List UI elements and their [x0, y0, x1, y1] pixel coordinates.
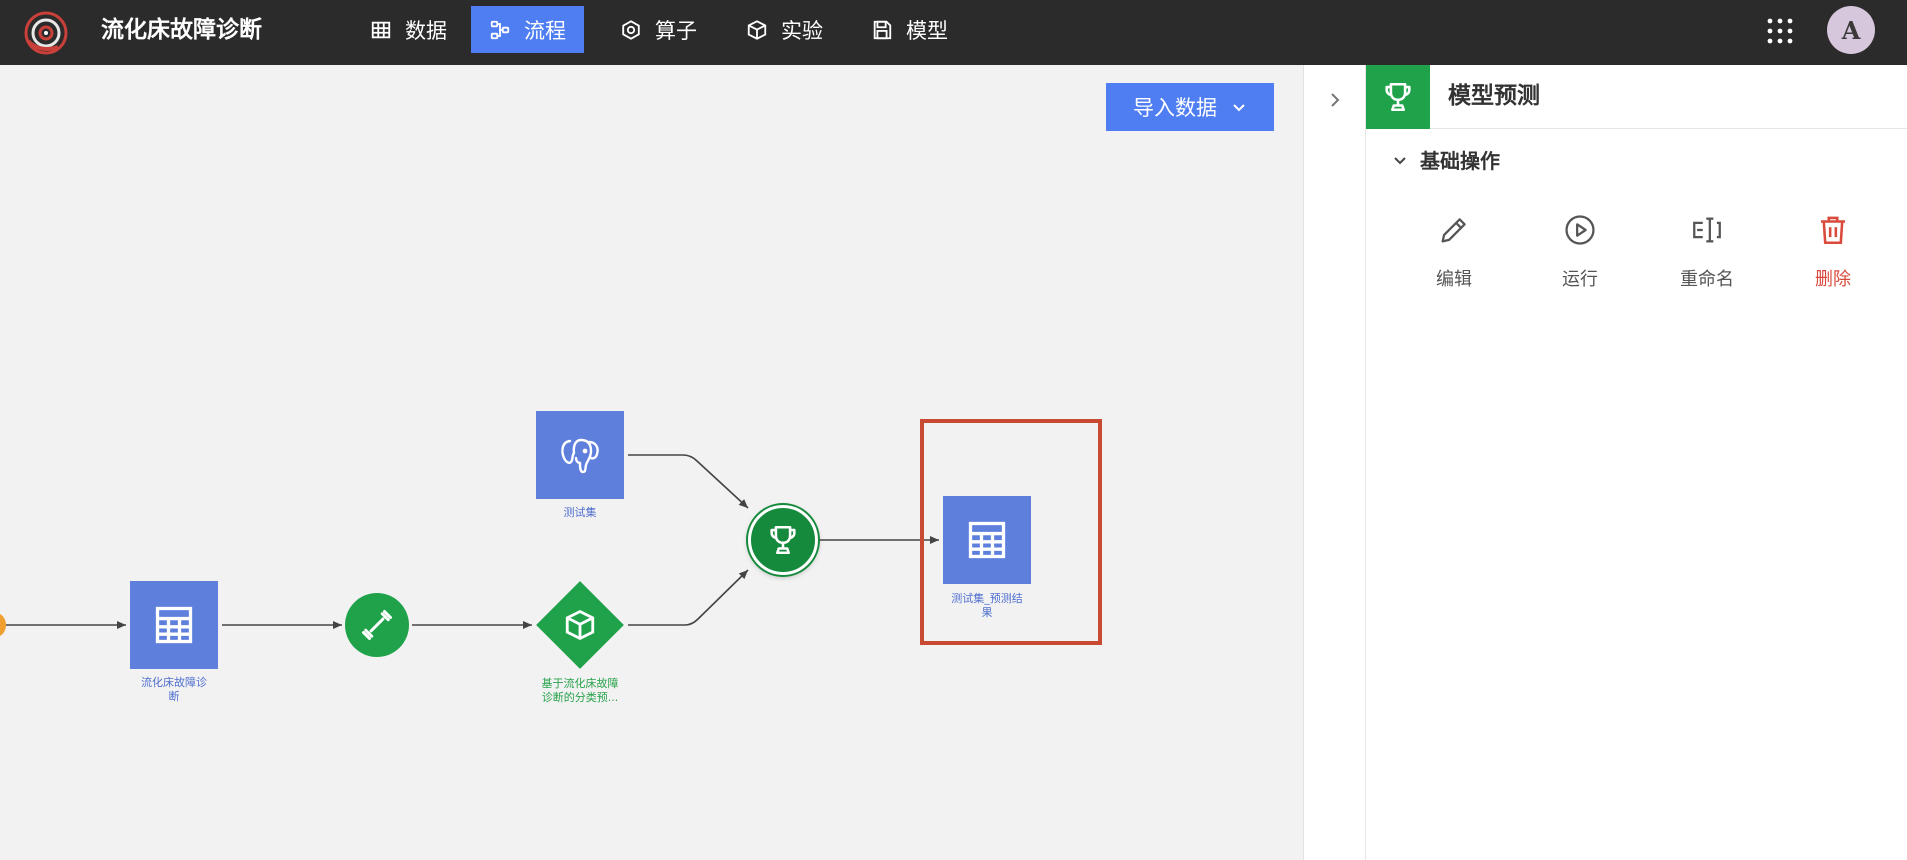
rename-label: 重命名 — [1680, 269, 1734, 290]
model-node[interactable] — [536, 581, 624, 669]
run-button[interactable]: 运行 — [1525, 213, 1635, 291]
nav-experiment-label: 实验 — [781, 18, 823, 43]
model-node-label: 基于流化床故障 诊断的分类预... — [541, 677, 619, 704]
nav-data-label: 数据 — [405, 18, 447, 43]
chevron-down-icon — [1394, 156, 1406, 164]
dataset-node[interactable] — [130, 581, 218, 669]
edge-testset-to-predict — [628, 454, 749, 509]
panel-header: 模型预测 — [1366, 65, 1907, 129]
table-icon — [371, 21, 391, 38]
rename-icon — [1693, 217, 1721, 243]
top-bar: 流化床故障诊断 数据 流程 算子 实验 模型 A — [0, 0, 1907, 65]
flow-canvas[interactable]: 流化床故障诊 断 基于流化床故障 诊断的分类预... 测试集 测试集_预测结 果… — [0, 65, 1303, 860]
table-icon — [155, 606, 193, 644]
edit-label: 编辑 — [1436, 269, 1472, 290]
nav-flow[interactable]: 流程 — [471, 6, 584, 53]
pencil-icon — [1441, 218, 1466, 243]
nav-operator-label: 算子 — [655, 18, 697, 43]
trophy-icon — [770, 525, 796, 555]
postgres-icon — [561, 438, 599, 474]
properties-panel: 模型预测 基础操作 编辑 运行 重命名 删除 — [1365, 65, 1907, 860]
run-label: 运行 — [1562, 269, 1598, 290]
nav-experiment[interactable]: 实验 — [728, 6, 841, 53]
delete-button[interactable]: 删除 — [1778, 213, 1888, 291]
selected-node-highlight — [920, 419, 1102, 645]
user-avatar[interactable]: A — [1827, 6, 1875, 54]
testset-node[interactable] — [536, 411, 624, 499]
save-icon — [873, 20, 892, 39]
trophy-icon — [1385, 82, 1411, 112]
nav-flow-label: 流程 — [524, 18, 566, 43]
cube-icon — [565, 609, 595, 641]
cube-icon — [747, 19, 767, 40]
flow-edges — [4, 454, 939, 629]
nav-data[interactable]: 数据 — [352, 6, 465, 53]
app-logo-icon[interactable] — [22, 9, 70, 57]
import-data-button[interactable]: 导入数据 — [1106, 83, 1274, 131]
trash-icon — [1820, 216, 1846, 245]
dumbbell-icon — [362, 610, 392, 640]
dataset-node-label: 流化床故障诊 断 — [141, 676, 207, 703]
predict-node[interactable] — [748, 505, 818, 575]
nav-model[interactable]: 模型 — [853, 6, 966, 53]
panel-title-badge — [1366, 65, 1430, 129]
edit-button[interactable]: 编辑 — [1399, 213, 1509, 291]
flow-icon — [490, 20, 510, 39]
play-circle-icon — [1565, 215, 1595, 245]
basic-operations-section-toggle[interactable]: 基础操作 — [1392, 145, 1500, 174]
nav-model-label: 模型 — [906, 18, 948, 43]
rename-button[interactable]: 重命名 — [1652, 213, 1762, 291]
delete-label: 删除 — [1815, 269, 1851, 290]
import-data-label: 导入数据 — [1133, 96, 1217, 120]
edge-model-to-predict — [628, 569, 749, 626]
testset-node-label: 测试集 — [563, 506, 597, 519]
train-node[interactable] — [345, 593, 409, 657]
chevron-right-icon[interactable] — [1326, 91, 1344, 109]
apps-grid-icon[interactable] — [1767, 18, 1793, 44]
panel-collapse-strip — [1303, 65, 1365, 860]
app-title: 流化床故障诊断 — [101, 17, 262, 43]
panel-title: 模型预测 — [1448, 83, 1540, 109]
nav-operator[interactable]: 算子 — [602, 6, 715, 53]
chevron-down-icon — [1233, 104, 1245, 112]
section-title: 基础操作 — [1420, 149, 1500, 173]
hexagon-icon — [622, 19, 640, 40]
